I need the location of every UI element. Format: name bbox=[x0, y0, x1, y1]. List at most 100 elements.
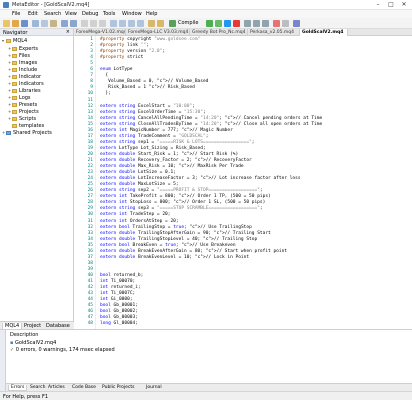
pause-icon[interactable] bbox=[224, 20, 231, 27]
line-number: 5 bbox=[90, 61, 93, 67]
start-profiling-icon[interactable] bbox=[215, 20, 222, 27]
toolbox-result-row[interactable]: ✓ 0 errors, 0 warnings, 174 msec elapsed bbox=[10, 347, 115, 353]
line-number: 41 bbox=[87, 279, 93, 284]
tree-item-images[interactable]: + Images bbox=[8, 60, 37, 67]
code-line: { bbox=[100, 73, 109, 79]
line-number: 12 bbox=[87, 103, 93, 109]
folder-icon bbox=[12, 81, 17, 86]
code-line: extern double LotSize = 0.1; bbox=[100, 170, 176, 176]
doc-tab-perkasa[interactable]: Perkasa_v2.05.mq4 bbox=[248, 29, 300, 36]
code-line: #property version "2.0"; bbox=[100, 49, 166, 55]
code-line: extern LotType Lot_Sizing = Risk_Based; bbox=[100, 145, 206, 151]
step-into-icon[interactable] bbox=[244, 20, 251, 27]
line-number: 44 bbox=[87, 297, 93, 303]
open-folder-icon[interactable] bbox=[12, 20, 19, 27]
line-number: 21 bbox=[87, 158, 93, 163]
line-number: 37 bbox=[87, 254, 93, 260]
code-line: extern string ExcelStart = "10:00"; bbox=[100, 103, 195, 109]
save-icon[interactable] bbox=[21, 20, 28, 27]
navigator-close-icon[interactable]: × bbox=[66, 29, 70, 35]
toolbox-toggle-icon[interactable] bbox=[99, 20, 106, 27]
new-file-icon[interactable] bbox=[3, 20, 10, 27]
code-line: extern int TradeStep = 20; bbox=[100, 212, 171, 218]
redo-icon[interactable] bbox=[70, 20, 77, 27]
find-icon[interactable] bbox=[81, 20, 88, 27]
doc-tab-goldscalv2[interactable]: GoldScalV2.mq4 bbox=[300, 29, 348, 36]
tree-item-experts[interactable]: + Experts bbox=[8, 46, 38, 53]
tree-item-logs[interactable]: + Logs bbox=[8, 95, 31, 102]
menu-view[interactable]: View bbox=[65, 11, 77, 17]
code-line: int Gi_0000; bbox=[100, 297, 133, 303]
line-number: 19 bbox=[87, 145, 93, 151]
folder-icon bbox=[12, 46, 17, 51]
menu-tools[interactable]: Tools bbox=[103, 11, 115, 17]
next-bookmark-icon[interactable] bbox=[157, 20, 164, 27]
step-out-icon[interactable] bbox=[262, 20, 269, 27]
line-number: 33 bbox=[87, 230, 93, 236]
tab-search[interactable]: Search bbox=[28, 385, 47, 390]
menu-window[interactable]: Window bbox=[122, 11, 142, 17]
navigator-panel: Navigator × ▾ MQL4 + Experts + Files + Image… bbox=[0, 29, 74, 330]
navigator-toggle-icon[interactable] bbox=[90, 20, 97, 27]
tree-item-files[interactable]: + Files bbox=[8, 53, 30, 60]
code-editor[interactable]: 1 2 3 4 5 6 7 8 9 10 11 12 13 14 15 16 17 18 19 20 21 22 23 24 2… bbox=[74, 36, 412, 329]
close-window-button[interactable]: ✕ bbox=[398, 1, 410, 8]
line-number: 28 bbox=[87, 200, 93, 206]
tree-item-libraries[interactable]: + Libraries bbox=[8, 88, 41, 95]
comment-icon[interactable] bbox=[128, 20, 135, 27]
outdent-icon[interactable] bbox=[119, 20, 126, 27]
undo-icon[interactable] bbox=[61, 20, 68, 27]
doc-tab-greedy-bot[interactable]: Greedy Bot Pro_Nc.mq4 bbox=[190, 29, 248, 36]
uncomment-icon[interactable] bbox=[137, 20, 144, 27]
tree-root-mql4[interactable]: ▾ MQL4 bbox=[2, 38, 27, 45]
tab-articles[interactable]: Articles bbox=[46, 385, 67, 390]
maximize-button[interactable]: □ bbox=[385, 1, 397, 8]
indent-icon[interactable] bbox=[110, 20, 117, 27]
line-number: 32 bbox=[87, 224, 93, 230]
menu-edit[interactable]: Edit bbox=[28, 11, 38, 17]
code-line: extern int TakeProfit = 800; "c">// Orde… bbox=[100, 194, 271, 200]
doc-tab-forexmega-llc[interactable]: ForexMega-LLC V3.03.mq4 bbox=[126, 29, 190, 36]
menu-help[interactable]: Help bbox=[146, 11, 157, 17]
code-line: int returned_i; bbox=[100, 285, 141, 291]
compile-button[interactable]: Compile bbox=[178, 20, 198, 27]
line-number: 26 bbox=[87, 188, 93, 194]
breakpoint-icon[interactable] bbox=[273, 20, 280, 27]
folder-icon bbox=[12, 95, 17, 100]
minimize-button[interactable]: – bbox=[372, 1, 384, 8]
bookmark-icon[interactable] bbox=[148, 20, 155, 27]
tree-item-include[interactable]: + Include bbox=[8, 67, 37, 74]
start-debug-icon[interactable] bbox=[206, 20, 213, 27]
window-title: MetaEditor - [GoldScalV2.mq4] bbox=[12, 2, 90, 8]
terminal-icon[interactable] bbox=[293, 20, 300, 27]
tree-item-indicators[interactable]: + Indicators bbox=[8, 81, 44, 88]
code-line: extern string sep3 = "=====STOP SCRAMBLE… bbox=[100, 206, 263, 212]
cut-icon[interactable] bbox=[32, 20, 39, 27]
line-number: 8 bbox=[90, 79, 93, 85]
tree-item-projects[interactable]: + Projects bbox=[8, 109, 39, 116]
code-line: extern double TrailingStopLevel = 40; "c… bbox=[100, 236, 258, 242]
menu-debug[interactable]: Debug bbox=[82, 11, 98, 17]
tree-item-shared-projects[interactable]: + Shared Projects bbox=[2, 130, 52, 137]
step-over-icon[interactable] bbox=[253, 20, 260, 27]
remove-breakpoints-icon[interactable] bbox=[282, 20, 289, 27]
toolbox-file-row[interactable]: ▪ GoldScalV2.mq4 bbox=[10, 340, 56, 346]
tree-item-indicator[interactable]: + Indicator bbox=[8, 74, 41, 81]
doc-tab-forexmega-v102[interactable]: ForexMega-V1.02.mq4 bbox=[74, 29, 126, 36]
tab-public-projects[interactable]: Public Projects bbox=[100, 385, 137, 390]
tab-journal[interactable]: Journal bbox=[144, 385, 164, 390]
copy-icon[interactable] bbox=[41, 20, 48, 27]
line-number: 13 bbox=[87, 109, 93, 115]
stop-icon[interactable] bbox=[233, 20, 240, 27]
tab-code-base[interactable]: Code Base bbox=[70, 385, 98, 390]
paste-icon[interactable] bbox=[50, 20, 57, 27]
menu-file[interactable]: File bbox=[12, 11, 20, 17]
menu-search[interactable]: Search bbox=[44, 11, 61, 17]
line-number: 35 bbox=[87, 242, 93, 248]
tree-item-presets[interactable]: + Presets bbox=[8, 102, 37, 109]
tree-item-scripts[interactable]: + Scripts bbox=[8, 116, 36, 123]
line-number: 2 bbox=[90, 43, 93, 49]
compile-icon[interactable] bbox=[169, 20, 176, 27]
tree-item-templates[interactable]: templates bbox=[8, 123, 44, 130]
toolbox-description-header: Description bbox=[10, 332, 39, 338]
